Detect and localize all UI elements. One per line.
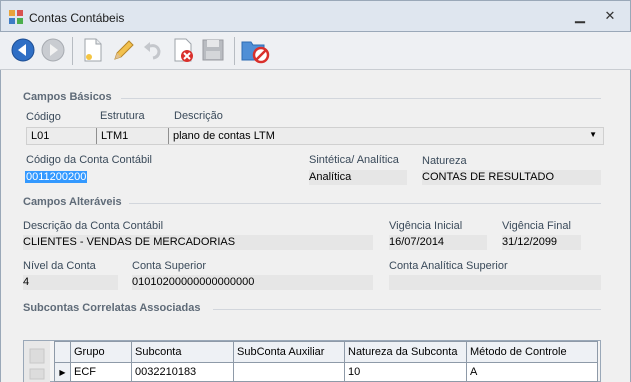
vig-final-value: 31/12/2099: [502, 236, 558, 248]
analitica-sup-field[interactable]: [389, 275, 601, 290]
superior-label: Conta Superior: [132, 260, 206, 272]
natureza-label: Natureza: [422, 155, 467, 167]
back-button[interactable]: [8, 35, 38, 65]
undo-icon: [144, 42, 161, 60]
section-title-alteraveis: Campos Alteráveis: [23, 196, 122, 208]
codigo-conta-value: 0011200200: [25, 171, 88, 183]
save-icon: [202, 39, 224, 61]
column-header-metodo[interactable]: Método de Controle: [466, 341, 598, 363]
vig-final-label: Vigência Final: [502, 220, 571, 232]
toolbar-separator: [72, 37, 73, 65]
subcontas-table: Grupo Subconta SubConta Auxiliar Naturez…: [54, 341, 598, 382]
vig-inicial-field[interactable]: 16/07/2014: [389, 235, 487, 250]
row-header-corner: [54, 341, 71, 363]
close-button[interactable]: ✕: [599, 7, 621, 25]
sintetica-value: Analítica: [309, 171, 352, 183]
superior-field[interactable]: 01010200000000000000: [132, 275, 373, 290]
section-title-basic: Campos Básicos: [23, 91, 112, 103]
section-title-subcontas: Subcontas Correlatas Associadas: [23, 302, 201, 314]
codigo-conta-field[interactable]: 0011200200: [25, 170, 295, 185]
subcontas-grid: Grupo Subconta SubConta Auxiliar Naturez…: [23, 340, 601, 382]
delete-button[interactable]: [168, 35, 198, 65]
back-icon: [11, 38, 35, 62]
toolbar-separator: [234, 37, 235, 65]
grid-side-toolbar: [24, 341, 50, 382]
delete-icon: [174, 38, 193, 62]
estrutura-label: Estrutura: [100, 110, 145, 122]
table-cell[interactable]: 10: [344, 362, 467, 382]
codigo-value: L01: [27, 128, 97, 144]
table-cell[interactable]: [233, 362, 345, 382]
vig-inicial-label: Vigência Inicial: [389, 220, 463, 232]
descricao-value: plano de contas LTM: [173, 130, 275, 142]
estrutura-value: LTM1: [97, 128, 169, 144]
superior-value: 01010200000000000000: [132, 276, 255, 288]
analitica-sup-label: Conta Analítica Superior: [389, 260, 508, 272]
undo-button[interactable]: [138, 35, 168, 65]
natureza-value: CONTAS DE RESULTADO: [422, 171, 555, 183]
edit-button[interactable]: [108, 35, 138, 65]
form-content: Campos Básicos Código Estrutura Descriçã…: [0, 70, 631, 382]
section-divider: [129, 203, 601, 204]
natureza-field[interactable]: CONTAS DE RESULTADO: [422, 170, 601, 185]
table-cell[interactable]: 0032210183: [131, 362, 234, 382]
save-button[interactable]: [198, 35, 228, 65]
sintetica-label: Sintética/ Analítica: [309, 154, 399, 166]
toolbar: [0, 32, 631, 70]
close-folder-icon: [241, 41, 270, 64]
table-header-row: Grupo Subconta SubConta Auxiliar Naturez…: [54, 341, 598, 363]
section-divider: [213, 309, 601, 310]
window-titlebar: Contas Contábeis ▁ ✕: [0, 0, 631, 32]
chevron-down-icon[interactable]: ▼: [589, 130, 597, 139]
descricao-conta-field[interactable]: CLIENTES - VENDAS DE MERCADORIAS: [23, 235, 373, 250]
nivel-field[interactable]: 4: [23, 275, 118, 290]
window-title: Contas Contábeis: [29, 11, 125, 25]
sintetica-field[interactable]: Analítica: [309, 170, 407, 185]
codigo-conta-label: Código da Conta Contábil: [26, 154, 152, 166]
forward-button[interactable]: [38, 35, 68, 65]
descricao-label: Descrição: [174, 110, 223, 122]
nivel-label: Nível da Conta: [23, 260, 96, 272]
grid-add-icon[interactable]: [24, 341, 50, 382]
column-header-natureza[interactable]: Natureza da Subconta: [344, 341, 467, 363]
table-cell[interactable]: A: [466, 362, 598, 382]
table-cell[interactable]: ECF: [70, 362, 132, 382]
edit-pencil-icon: [114, 40, 134, 60]
minimize-button[interactable]: ▁: [569, 7, 591, 25]
section-divider: [121, 98, 601, 99]
forward-icon: [41, 38, 65, 62]
codigo-label: Código: [26, 111, 61, 123]
vig-final-field[interactable]: 31/12/2099: [502, 235, 581, 250]
exit-button[interactable]: [240, 35, 270, 65]
descricao-conta-label: Descrição da Conta Contábil: [23, 220, 164, 232]
column-header-grupo[interactable]: Grupo: [70, 341, 132, 363]
descricao-conta-value: CLIENTES - VENDAS DE MERCADORIAS: [23, 236, 236, 248]
table-row[interactable]: ▶ ECF 0032210183 10 A: [54, 362, 598, 382]
column-header-subconta-auxiliar[interactable]: SubConta Auxiliar: [233, 341, 345, 363]
plano-contas-combo[interactable]: L01 LTM1 plano de contas LTM ▼: [26, 127, 604, 145]
vig-inicial-value: 16/07/2014: [389, 236, 445, 248]
new-document-icon: [84, 38, 102, 62]
new-button[interactable]: [78, 35, 108, 65]
app-icon: [9, 10, 23, 24]
column-header-subconta[interactable]: Subconta: [131, 341, 234, 363]
current-row-arrow-icon: ▶: [54, 362, 71, 382]
nivel-value: 4: [23, 276, 30, 288]
